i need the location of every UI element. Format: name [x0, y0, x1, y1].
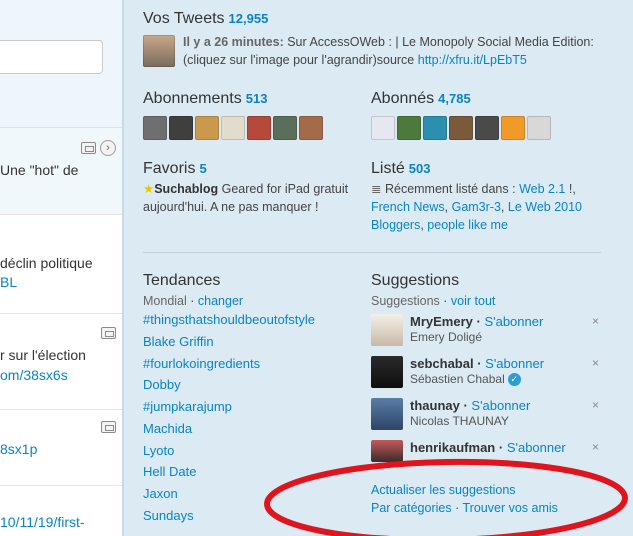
annotation-ellipse: [264, 458, 628, 536]
